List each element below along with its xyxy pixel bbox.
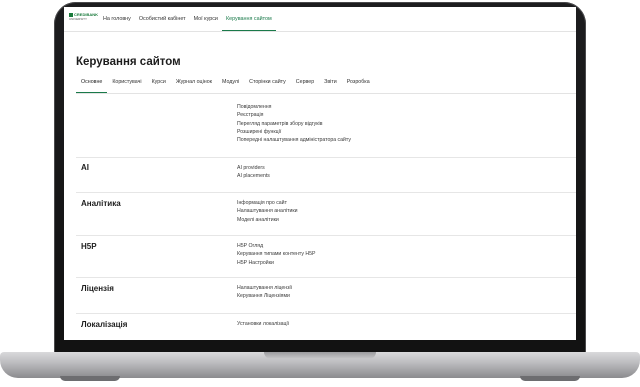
section-analytics-links: Інформація про сайт Налаштування аналіти… bbox=[237, 199, 298, 224]
link-analytics-models[interactable]: Моделі аналітики bbox=[237, 216, 298, 224]
link-analytics-settings[interactable]: Налаштування аналітики bbox=[237, 207, 298, 215]
section-license-links: Налаштування ліцензії Керування Ліцензія… bbox=[237, 284, 292, 301]
link-admin-presets[interactable]: Попередні налаштування адміністратора са… bbox=[237, 136, 351, 144]
section-localisation: Локалізація Установки локалізації bbox=[76, 314, 576, 340]
page-title: Керування сайтом bbox=[76, 56, 181, 68]
tab-general[interactable]: Основне bbox=[76, 75, 108, 93]
link-h5p-overview[interactable]: H5P Огляд bbox=[237, 242, 315, 250]
link-localisation-settings[interactable]: Установки локалізації bbox=[237, 320, 289, 328]
section-ai-title: AI bbox=[81, 163, 89, 172]
section-analytics-title: Аналітика bbox=[81, 199, 121, 208]
section-analytics: Аналітика Інформація про сайт Налаштуван… bbox=[76, 193, 576, 236]
section-h5p: H5P H5P Огляд Керування типами контенту … bbox=[76, 236, 576, 278]
link-h5p-settings[interactable]: H5P Настройки bbox=[237, 259, 315, 267]
tab-users[interactable]: Користувачі bbox=[107, 75, 146, 93]
link-manage-licenses[interactable]: Керування Ліцензіями bbox=[237, 292, 292, 300]
link-license-settings[interactable]: Налаштування ліцензії bbox=[237, 284, 292, 292]
link-notifications[interactable]: Повідомлення bbox=[237, 103, 351, 111]
link-ai-providers[interactable]: AI providers bbox=[237, 164, 270, 172]
nav-home-link[interactable]: На головну bbox=[99, 7, 135, 31]
nav-my-courses-link[interactable]: Мої курси bbox=[190, 7, 222, 31]
section-localisation-title: Локалізація bbox=[81, 320, 128, 329]
link-ai-placements[interactable]: AI placements bbox=[237, 172, 270, 180]
section-h5p-title: H5P bbox=[81, 242, 97, 251]
site-logo[interactable]: CREDIBANK UNIVERSITY bbox=[69, 13, 98, 25]
tab-server[interactable]: Сервер bbox=[291, 75, 319, 93]
section-ai: AI AI providers AI placements bbox=[76, 158, 576, 193]
section-general-links: Повідомлення Реєстрація Перегляд парамет… bbox=[237, 103, 351, 144]
admin-tabs: Основне Користувачі Курси Журнал оцінок … bbox=[76, 75, 576, 94]
laptop-foot-left bbox=[60, 376, 120, 381]
section-h5p-links: H5P Огляд Керування типами контенту H5P … bbox=[237, 242, 315, 267]
stage: CREDIBANK UNIVERSITY На головну Особисти… bbox=[0, 0, 640, 387]
laptop-foot-right bbox=[520, 376, 580, 381]
tab-reports[interactable]: Звіти bbox=[319, 75, 342, 93]
section-general: Повідомлення Реєстрація Перегляд парамет… bbox=[76, 101, 576, 158]
section-license-title: Ліцензія bbox=[81, 284, 114, 293]
link-h5p-content-types[interactable]: Керування типами контенту H5P bbox=[237, 250, 315, 258]
nav-site-admin-link[interactable]: Керування сайтом bbox=[221, 7, 276, 31]
tab-grades[interactable]: Журнал оцінок bbox=[171, 75, 217, 93]
section-localisation-links: Установки локалізації bbox=[237, 320, 289, 328]
link-registration[interactable]: Реєстрація bbox=[237, 111, 351, 119]
section-license: Ліцензія Налаштування ліцензії Керування… bbox=[76, 278, 576, 314]
nav-profile-link[interactable]: Особистий кабінет bbox=[135, 7, 190, 31]
link-feedback-settings[interactable]: Перегляд параметрів збору відгуків bbox=[237, 120, 351, 128]
tab-plugins[interactable]: Модулі bbox=[217, 75, 244, 93]
laptop-notch bbox=[264, 352, 376, 359]
logo-subtext: UNIVERSITY bbox=[69, 17, 88, 21]
top-navigation: CREDIBANK UNIVERSITY На головну Особисти… bbox=[64, 7, 576, 32]
tab-development[interactable]: Розробка bbox=[342, 75, 375, 93]
screen: CREDIBANK UNIVERSITY На головну Особисти… bbox=[64, 7, 576, 340]
section-ai-links: AI providers AI placements bbox=[237, 164, 270, 181]
tab-appearance[interactable]: Сторінки сайту bbox=[244, 75, 291, 93]
link-site-information[interactable]: Інформація про сайт bbox=[237, 199, 298, 207]
tab-courses[interactable]: Курси bbox=[147, 75, 171, 93]
link-advanced-features[interactable]: Розширені функції bbox=[237, 128, 351, 136]
